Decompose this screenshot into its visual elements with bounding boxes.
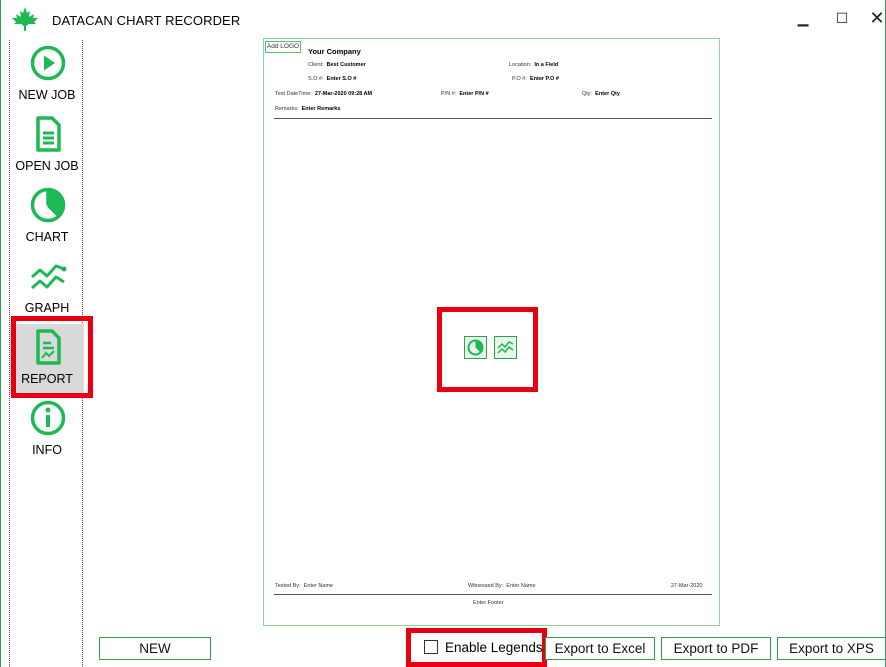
report-highlight-box	[11, 316, 93, 398]
close-button[interactable]: ✕	[867, 8, 886, 28]
play-icon	[30, 45, 66, 81]
so-label: S.O #:	[308, 76, 324, 82]
po-label: P.O #:	[512, 76, 527, 82]
qty-label: Qty:	[582, 91, 593, 97]
export-pdf-button[interactable]: Export to PDF	[661, 637, 771, 660]
sidebar-item-label: INFO	[32, 443, 62, 457]
export-xps-button[interactable]: Export to XPS	[777, 637, 886, 660]
remarks-label: Remarks:	[275, 106, 299, 112]
tested-by-value: Enter Name	[303, 583, 334, 589]
new-button[interactable]: NEW	[99, 637, 211, 660]
witnessed-by-label: Witnessed By:	[468, 583, 504, 589]
sidebar-item-label: GRAPH	[24, 301, 70, 315]
witnessed-by-value: Enter Name	[506, 583, 536, 589]
line-graph-icon	[31, 264, 67, 290]
sidebar-item-label: CHART	[25, 230, 69, 244]
title-bar: DATACAN CHART RECORDER ▁ ☐ ✕	[1, 0, 886, 38]
sidebar-item-info[interactable]: INFO	[10, 395, 84, 465]
test-datetime-field[interactable]: Test DateTime: 27-Mar-2020 09:28 AM	[275, 91, 372, 97]
po-field[interactable]: P.O #: Enter P.O #	[512, 76, 559, 82]
tested-by-field[interactable]: Tested By: Enter Name	[275, 583, 333, 589]
qty-field[interactable]: Qty: Enter Qty	[582, 91, 620, 97]
pn-value: Enter P/N #	[459, 91, 489, 97]
sidebar-item-label: OPEN JOB	[15, 159, 79, 173]
info-icon	[30, 400, 66, 436]
sidebar-item-graph[interactable]: GRAPH	[10, 253, 84, 323]
client-field[interactable]: Client: Best Customer	[308, 62, 366, 68]
pie-chart-icon	[30, 187, 66, 223]
sidebar-item-new-job[interactable]: NEW JOB	[10, 40, 84, 110]
po-value: Enter P.O #	[529, 76, 559, 82]
pn-label: P/N #:	[441, 91, 457, 97]
tested-by-label: Tested By:	[275, 583, 301, 589]
test-datetime-label: Test DateTime:	[275, 91, 312, 97]
maximize-button[interactable]: ☐	[832, 8, 852, 28]
location-value: In a Field	[534, 62, 559, 68]
so-value: Enter S.O #	[326, 76, 357, 82]
header-divider	[274, 118, 712, 119]
so-field[interactable]: S.O #: Enter S.O #	[308, 76, 356, 82]
sidebar-item-label: NEW JOB	[18, 88, 76, 102]
remarks-field[interactable]: Remarks: Enter Remarks	[275, 106, 340, 112]
qty-value: Enter Qty	[595, 91, 620, 97]
client-value: Best Customer	[326, 62, 366, 68]
footer-divider	[274, 594, 712, 595]
legends-highlight-box	[406, 628, 547, 667]
sidebar-item-open-job[interactable]: OPEN JOB	[10, 111, 84, 181]
export-excel-button[interactable]: Export to Excel	[545, 637, 655, 660]
minimize-button[interactable]: ▁	[793, 8, 813, 28]
client-label: Client:	[308, 62, 324, 68]
pn-field[interactable]: P/N #: Enter P/N #	[441, 91, 489, 97]
maple-leaf-icon	[12, 7, 38, 31]
app-window: DATACAN CHART RECORDER ▁ ☐ ✕ NEW JOB OPE…	[0, 0, 886, 667]
location-field[interactable]: Location: In a Field	[509, 62, 558, 68]
sidebar-item-chart[interactable]: CHART	[10, 182, 84, 252]
report-footer[interactable]: Enter Footer	[473, 600, 504, 606]
insert-highlight-box	[437, 307, 538, 392]
report-date: 27-Mar-2020	[671, 583, 703, 589]
location-label: Location:	[509, 62, 532, 68]
document-icon	[36, 116, 61, 152]
remarks-value: Enter Remarks	[301, 106, 341, 112]
add-logo-button[interactable]: Add LOGO	[265, 41, 301, 53]
company-name[interactable]: Your Company	[308, 47, 361, 56]
witnessed-by-field[interactable]: Witnessed By: Enter Name	[468, 583, 536, 589]
app-title: DATACAN CHART RECORDER	[52, 13, 241, 28]
test-datetime-value: 27-Mar-2020 09:28 AM	[314, 91, 373, 97]
